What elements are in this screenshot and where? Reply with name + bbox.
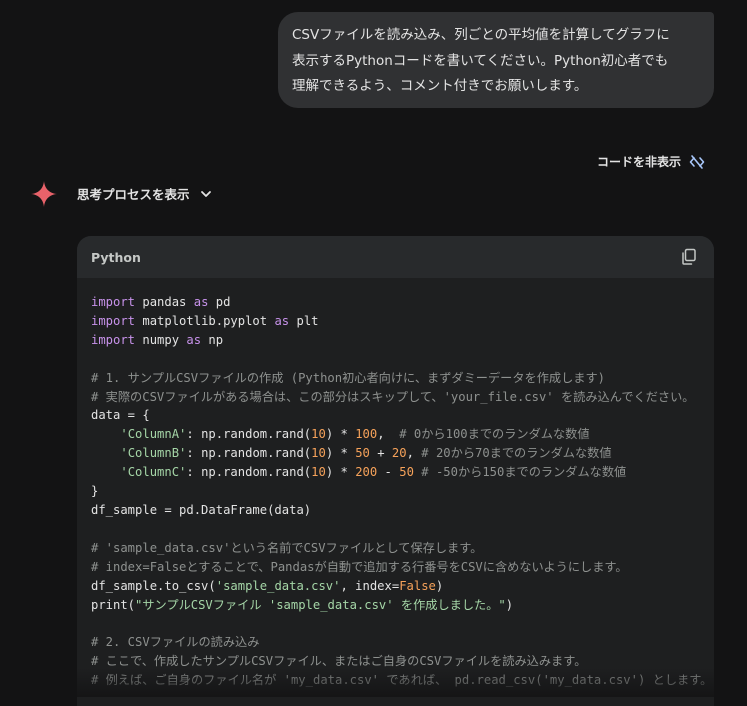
code-token: 20 (391, 446, 407, 461)
code-token: # -50から150までのランダムな数値 (421, 465, 627, 480)
code-token: , (406, 446, 422, 461)
code-token: pandas (135, 295, 194, 309)
code-token: 50 (355, 446, 370, 461)
code-line: data = { (91, 406, 714, 425)
hide-code-button[interactable]: コードを非表示 (597, 153, 705, 170)
code-block-header: Python (77, 236, 714, 278)
code-token: np (201, 332, 224, 347)
code-token: 200 (355, 465, 378, 480)
code-token: numpy (135, 332, 187, 347)
code-token: df_sample = pd.DataFrame(data) (91, 502, 312, 517)
code-token: 'ColumnC' (120, 465, 187, 480)
code-token: : np.random.rand( (186, 446, 312, 461)
code-line: 'ColumnA': np.random.rand(10) * 100, # 0… (91, 425, 714, 444)
code-line: 'ColumnC': np.random.rand(10) * 200 - 50… (91, 463, 714, 482)
user-message-line: 表示するPythonコードを書いてください。Python初心者でも (292, 52, 669, 69)
code-block: Python import pandas as pd import matplot… (77, 236, 714, 706)
code-token: + (369, 446, 392, 461)
copy-icon[interactable] (680, 248, 698, 266)
code-token: # 1. サンプルCSVファイルの作成 (Python初心者向けに、まずダミーデ… (91, 370, 606, 385)
chevron-down-icon (200, 190, 211, 197)
code-line: # 実際のCSVファイルがある場合は、この部分はスキップして、'your_fil… (91, 388, 714, 407)
code-token: # 例えば、ご自身のファイル名が 'my_data.csv' であれば、 pd.… (91, 673, 713, 688)
code-token: 100 (355, 427, 378, 442)
code-line: # 例えば、ご自身のファイル名が 'my_data.csv' であれば、 pd.… (91, 671, 714, 690)
code-token: False (399, 578, 436, 593)
code-token: 50 (399, 465, 414, 480)
code-line: print("サンプルCSVファイル 'sample_data.csv' を作成… (91, 596, 714, 615)
code-line: } (91, 482, 714, 501)
code-token: import (91, 332, 136, 347)
code-token: 'ColumnA' (120, 427, 187, 442)
code-token: # 0から100までのランダムな数値 (399, 427, 590, 442)
code-token: import (91, 295, 136, 309)
code-token: : np.random.rand( (186, 465, 312, 480)
code-token: # 'sample_data.csv'という名前でCSVファイルとして保存します… (91, 540, 483, 555)
code-token: # 2. CSVファイルの読み込み (91, 635, 260, 650)
code-token: 10 (311, 427, 326, 442)
code-token: as (186, 332, 202, 347)
code-token: plt (289, 313, 319, 328)
code-token: 10 (311, 465, 326, 480)
show-thinking-button[interactable]: 思考プロセスを表示 (77, 184, 212, 203)
code-token: as (274, 313, 290, 328)
user-message-line: 理解できるよう、コメント付きでお願いします。 (292, 78, 588, 94)
hide-code-label: コードを非表示 (596, 155, 681, 169)
code-token: - (377, 465, 400, 480)
code-token: ) (435, 578, 444, 593)
code-line: 'ColumnB': np.random.rand(10) * 50 + 20,… (91, 444, 714, 463)
code-token: ) * (325, 465, 356, 480)
code-token: # ここで、作成したサンプルCSVファイル、またはご自身のCSVファイルを読み込… (91, 654, 587, 669)
code-token: 10 (311, 446, 326, 461)
code-line: # ここで、作成したサンプルCSVファイル、またはご自身のCSVファイルを読み込… (91, 652, 714, 671)
code-token: , index= (340, 578, 400, 593)
code-line: # 1. サンプルCSVファイルの作成 (Python初心者向けに、まずダミーデ… (91, 369, 714, 388)
code-line: import pandas as pd (91, 293, 714, 312)
code-language-label: Python (91, 249, 141, 265)
code-token: ) (505, 597, 514, 612)
code-line: df_sample = pd.DataFrame(data) (91, 501, 714, 520)
code-token: # 20から70までのランダムな数値 (421, 446, 612, 461)
sparkle-icon (31, 181, 57, 207)
code-line: # 'sample_data.csv'という名前でCSVファイルとして保存します… (91, 539, 714, 558)
code-token: # index=Falseとすることで、Pandasが自動で追加する行番号をCS… (91, 559, 628, 574)
show-thinking-label: 思考プロセスを表示 (77, 187, 190, 202)
code-token: print( (91, 597, 136, 612)
code-token: data = { (91, 408, 150, 423)
code-token: pd (208, 295, 231, 309)
code-token: import (91, 313, 136, 328)
code-token: } (91, 484, 99, 499)
code-token: : np.random.rand( (186, 427, 312, 442)
code-token: , (377, 427, 400, 442)
code-line: # 2. CSVファイルの読み込み (91, 633, 714, 652)
code-line: import numpy as np (91, 331, 714, 350)
code-token: matplotlib.pyplot (135, 313, 275, 328)
code-token: ) * (325, 446, 356, 461)
code-line: # index=Falseとすることで、Pandasが自動で追加する行番号をCS… (91, 558, 714, 577)
code-off-icon (689, 154, 705, 169)
code-token: as (193, 295, 209, 309)
code-line: df_sample.to_csv('sample_data.csv', inde… (91, 577, 714, 596)
code-token: ) * (325, 427, 356, 442)
code-token: # 実際のCSVファイルがある場合は、この部分はスキップして、'your_fil… (91, 389, 695, 404)
user-message-bubble: CSVファイルを読み込み、列ごとの平均値を計算してグラフに 表示するPython… (278, 12, 714, 108)
code-content[interactable]: import pandas as pd import matplotlib.pyp… (77, 278, 714, 690)
code-token: 'sample_data.csv' (215, 578, 341, 593)
user-message-line: CSVファイルを読み込み、列ごとの平均値を計算してグラフに (292, 27, 670, 43)
code-line: import matplotlib.pyplot as plt (91, 312, 714, 331)
code-token: df_sample.to_csv( (91, 578, 216, 593)
code-token: "サンプルCSVファイル 'sample_data.csv' を作成しました。" (135, 597, 506, 612)
code-token: 'ColumnB' (120, 446, 187, 461)
